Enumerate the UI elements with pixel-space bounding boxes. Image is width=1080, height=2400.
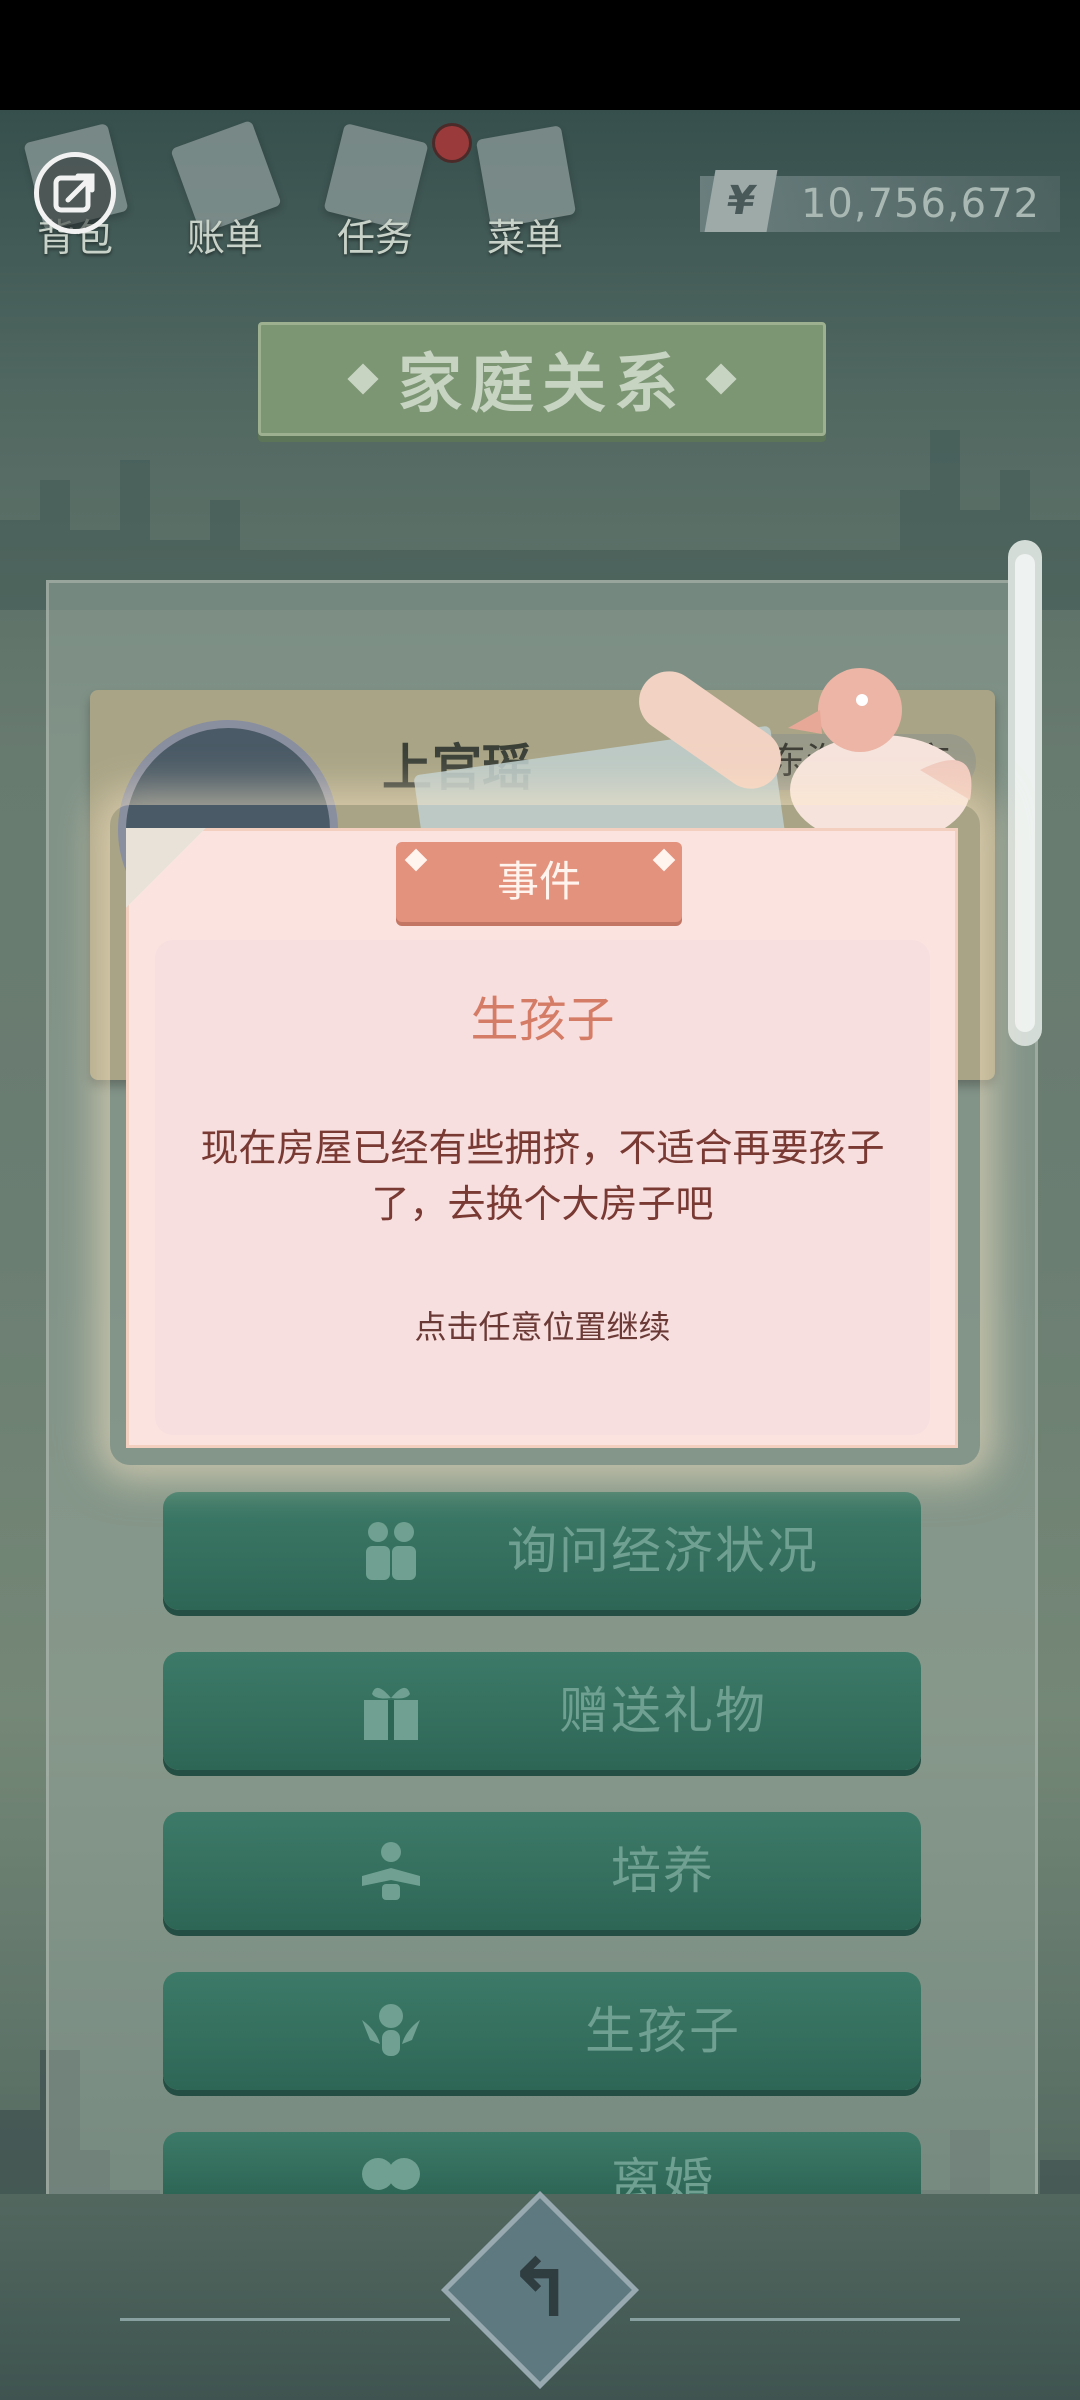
decor-line-right xyxy=(630,2318,960,2321)
ask-finance-button[interactable]: 询问经济状况 xyxy=(163,1492,921,1610)
status-bar xyxy=(0,0,1080,110)
nav-bill-label: 账单 xyxy=(186,216,263,260)
nurture-button[interactable]: 培养 xyxy=(163,1812,921,1930)
ask-finance-label: 询问经济状况 xyxy=(507,1522,819,1580)
scrollbar-thumb[interactable] xyxy=(1015,554,1035,1032)
diamond-ornament-icon xyxy=(347,363,379,395)
give-gift-label: 赠送礼物 xyxy=(559,1682,767,1740)
return-arrow-icon: ↰ xyxy=(506,2241,574,2335)
folded-corner xyxy=(126,828,206,908)
continue-hint[interactable]: 点击任意位置继续 xyxy=(155,1302,930,1348)
divorce-button[interactable]: 离婚 xyxy=(163,2132,921,2211)
scrollbar[interactable] xyxy=(1008,540,1042,1046)
baby-angel-icon xyxy=(362,2004,420,2056)
event-title: 生孩子 xyxy=(470,992,615,1048)
nav-menu[interactable]: 菜单 xyxy=(465,120,585,270)
share-button[interactable] xyxy=(34,152,116,234)
share-export-icon xyxy=(53,173,95,213)
nurture-label: 培养 xyxy=(611,1842,715,1900)
have-child-button[interactable]: 生孩子 xyxy=(163,1972,921,2090)
reading-child-icon xyxy=(362,1842,420,1900)
task-notification-dot xyxy=(435,126,469,160)
money-amount: 10,756,672 xyxy=(800,181,1040,227)
event-body: 现在房屋已经有些拥挤，不适合再要孩子了，去换个大房子吧 xyxy=(200,1126,885,1226)
decor-line-left xyxy=(120,2318,450,2321)
couple-icon xyxy=(366,1522,416,1580)
nav-task[interactable]: 任务 xyxy=(315,120,435,270)
have-child-label: 生孩子 xyxy=(585,2002,741,2060)
diamond-ornament-icon xyxy=(705,363,737,395)
nav-bill[interactable]: 账单 xyxy=(165,120,285,270)
give-gift-button[interactable]: 赠送礼物 xyxy=(163,1652,921,1770)
page-title: 家庭关系 xyxy=(398,348,686,422)
yen-icon: ¥ xyxy=(704,170,778,232)
gift-icon xyxy=(364,1687,418,1740)
page-title-plaque: 家庭关系 xyxy=(258,322,826,436)
nav-menu-label: 菜单 xyxy=(486,216,563,260)
nav-task-label: 任务 xyxy=(336,216,413,260)
event-tab: 事件 xyxy=(396,842,682,922)
